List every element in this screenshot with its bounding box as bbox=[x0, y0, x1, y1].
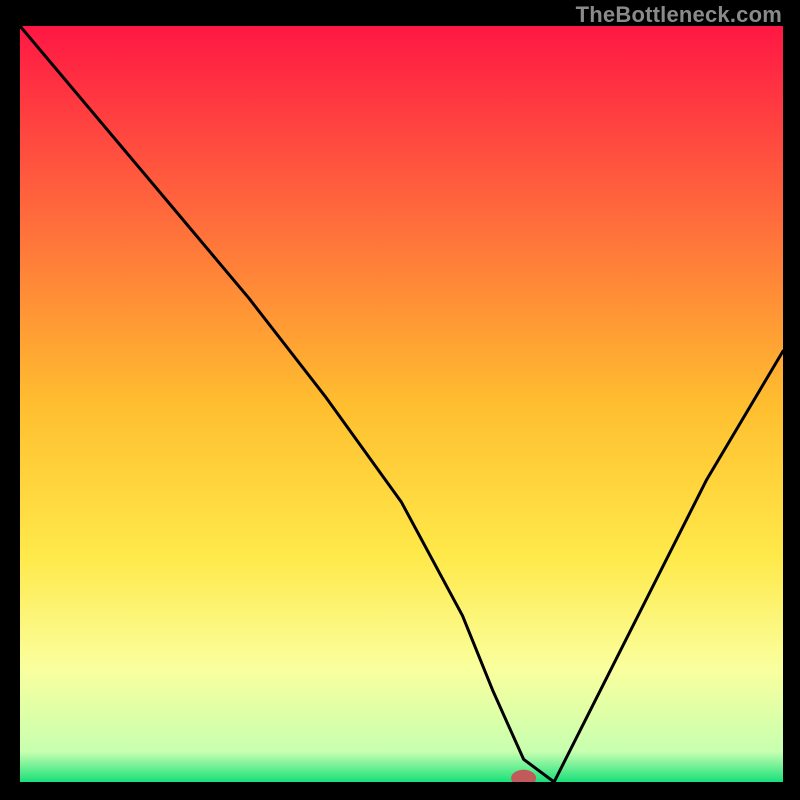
plot-area bbox=[20, 26, 783, 782]
chart-frame: TheBottleneck.com bbox=[0, 0, 800, 800]
gradient-background bbox=[20, 26, 783, 782]
plot-svg bbox=[20, 26, 783, 782]
minimum-marker bbox=[512, 770, 536, 782]
watermark-label: TheBottleneck.com bbox=[576, 2, 782, 28]
